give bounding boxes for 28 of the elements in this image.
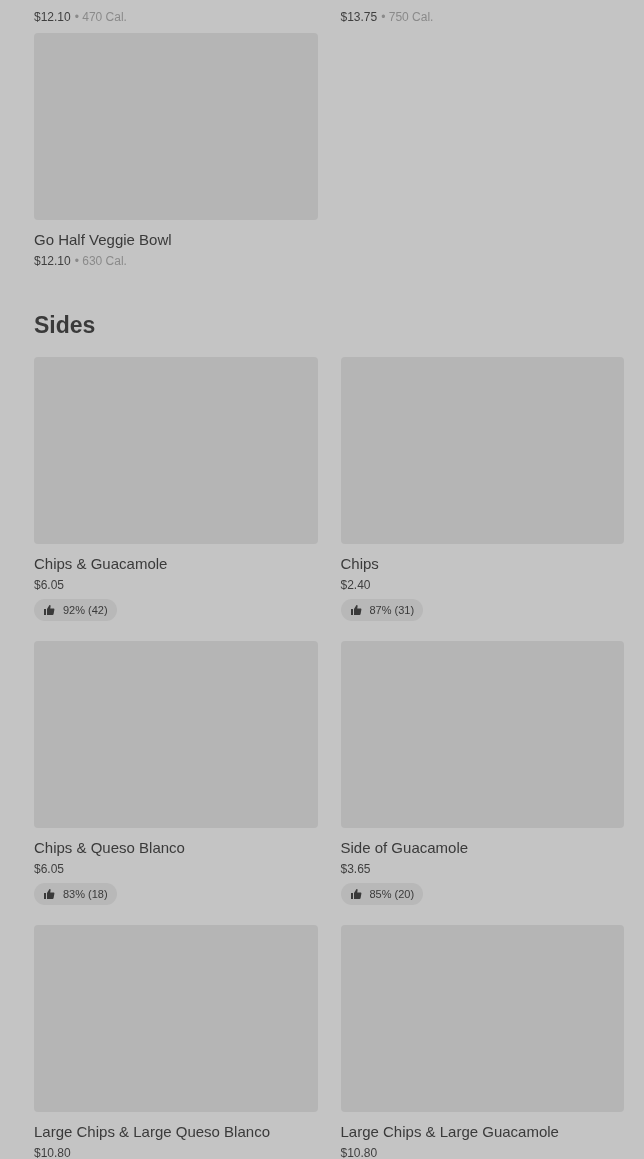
rating-text: 85% (20): [369, 886, 415, 902]
item-name[interactable]: Side of Guacamole: [340, 838, 624, 858]
item-price: $10.80: [34, 1145, 71, 1159]
item-price: $12.10: [34, 253, 71, 269]
rating-text: 92% (42): [63, 602, 108, 618]
item-calories: • 470 Cal.: [74, 8, 127, 25]
item-name[interactable]: Chips & Queso Blanco: [34, 838, 318, 858]
item-price: $10.80: [340, 1145, 378, 1159]
item-price: $12.10: [34, 8, 71, 25]
thumbs-up-icon: [349, 604, 362, 616]
rating-text: 83% (18): [63, 886, 108, 902]
thumbs-up-icon: [43, 888, 55, 900]
item-name[interactable]: Go Half Veggie Bowl: [34, 230, 318, 250]
item-name[interactable]: Large Chips & Large Guacamole: [340, 1122, 624, 1142]
item-price: $13.75: [340, 8, 378, 25]
thumbs-up-icon: [349, 888, 362, 900]
section-heading: Sides: [34, 311, 97, 339]
item-price: $6.05: [34, 861, 65, 877]
item-calories: • 750 Cal.: [381, 8, 434, 25]
item-calories: • 630 Cal.: [74, 253, 127, 269]
item-price: $2.40: [340, 577, 371, 593]
item-price: $6.05: [34, 577, 65, 593]
item-name[interactable]: Chips: [340, 554, 624, 574]
item-price: $3.65: [340, 861, 371, 877]
item-name[interactable]: Chips & Guacamole: [34, 554, 318, 574]
item-name[interactable]: Large Chips & Large Queso Blanco: [34, 1122, 318, 1142]
rating-text: 87% (31): [369, 602, 415, 618]
thumbs-up-icon: [43, 604, 55, 616]
